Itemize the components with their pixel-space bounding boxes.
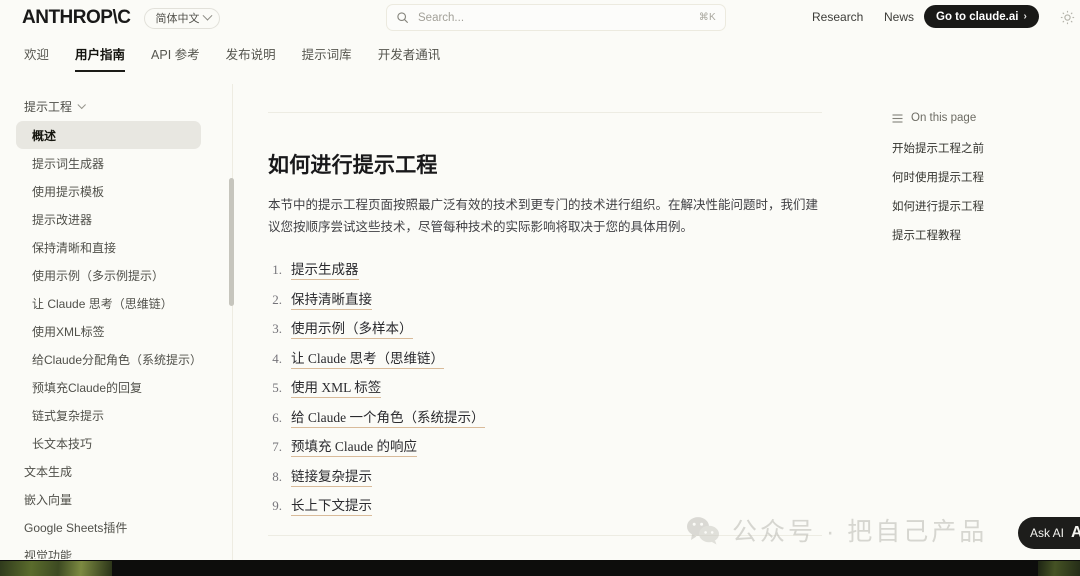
search-shortcut-hint: ⌘K [698, 12, 716, 23]
link-chain-of-thought[interactable]: 让 Claude 思考（思维链） [291, 347, 444, 369]
primary-tabs: 欢迎 用户指南 API 参考 发布说明 提示词库 开发者通讯 [0, 44, 1080, 77]
link-prompt-generator[interactable]: 提示生成器 [291, 258, 359, 280]
list-item: 4. 让 Claude 思考（思维链） [268, 347, 868, 377]
toc-header: On this page [892, 112, 1062, 124]
intro-paragraph: 本节中的提示工程页面按照最广泛有效的技术到更专门的技术进行组织。在解决性能问题时… [268, 198, 819, 234]
page-title: 如何进行提示工程 [268, 154, 438, 177]
sidebar-scrollbar-track[interactable] [229, 86, 233, 558]
toc-title: On this page [911, 112, 977, 124]
language-selector-label: 简体中文 [155, 13, 200, 25]
sidebar-nav: 提示工程 概述 提示词生成器 使用提示模板 提示改进器 保持清晰和直接 使用示例… [0, 84, 233, 559]
list-item: 5. 使用 XML 标签 [268, 376, 868, 406]
link-multishot[interactable]: 使用示例（多样本） [291, 317, 413, 339]
tab-api-reference[interactable]: API 参考 [151, 44, 200, 72]
go-to-claude-label: Go to claude.ai [936, 10, 1019, 23]
ask-ai-button[interactable]: Ask AI A [1018, 517, 1080, 549]
sidebar-item-prefill-response[interactable]: 预填充Claude的回复 [16, 373, 201, 401]
link-be-clear-direct[interactable]: 保持清晰直接 [291, 288, 372, 310]
list-item-number: 7. [272, 439, 282, 454]
bottom-strip-thumbnail-right [1038, 561, 1080, 576]
sidebar-item-prompt-generator[interactable]: 提示词生成器 [16, 149, 201, 177]
link-system-prompt-role[interactable]: 给 Claude 一个角色（系统提示） [291, 406, 485, 428]
bottom-strip [0, 560, 1080, 576]
sidebar-item-chain-of-thought[interactable]: 让 Claude 思考（思维链） [16, 289, 201, 317]
sidebar-item-vision[interactable]: 视觉功能 [16, 541, 201, 560]
tab-user-guide[interactable]: 用户指南 [75, 44, 126, 72]
toc-link-tutorial[interactable]: 提示工程教程 [892, 227, 1062, 243]
search-input[interactable]: Search... ⌘K [386, 4, 726, 31]
list-item-number: 2. [272, 291, 282, 307]
tab-developer-newsletter[interactable]: 开发者通讯 [378, 44, 441, 72]
sidebar-item-system-prompts[interactable]: 给Claude分配角色（系统提示） [16, 345, 202, 373]
sidebar-item-multishot-prompting[interactable]: 使用示例（多示例提示） [16, 261, 201, 289]
sidebar-item-prompt-improver[interactable]: 提示改进器 [16, 205, 201, 233]
list-item: 3. 使用示例（多样本） [268, 317, 868, 347]
list-item: 1. 提示生成器 [268, 258, 868, 288]
sidebar-scrollbar-thumb[interactable] [229, 178, 234, 306]
chevron-down-icon [203, 10, 213, 21]
ask-ai-label: Ask AI [1030, 526, 1065, 540]
list-item-number: 5. [272, 380, 282, 395]
content-top-divider [268, 112, 822, 113]
list-item: 9. 长上下文提示 [268, 494, 868, 524]
list-item-number: 9. [272, 498, 282, 513]
list-icon [892, 113, 903, 123]
sidebar-item-google-sheets-addon[interactable]: Google Sheets插件 [16, 513, 201, 541]
sidebar-item-embeddings[interactable]: 嵌入向量 [16, 485, 201, 513]
anthropic-logo[interactable]: ANTHROP\C [22, 7, 131, 29]
tab-welcome[interactable]: 欢迎 [24, 44, 49, 72]
sidebar-group-label: 提示工程 [24, 100, 73, 114]
search-placeholder: Search... [418, 11, 465, 24]
toc-link-before-prompt-engineering[interactable]: 开始提示工程之前 [892, 140, 1062, 156]
tab-prompt-library[interactable]: 提示词库 [302, 44, 352, 72]
main-content: 如何进行提示工程 本节中的提示工程页面按照最广泛有效的技术到更专门的技术进行组织… [268, 84, 868, 524]
toc-link-how-to-do[interactable]: 如何进行提示工程 [892, 198, 1062, 214]
list-item: 8. 链接复杂提示 [268, 465, 868, 495]
sun-icon[interactable] [1060, 10, 1075, 25]
sidebar-item-prompt-templates[interactable]: 使用提示模板 [16, 177, 201, 205]
header-link-research[interactable]: Research [812, 10, 863, 24]
list-item: 6. 给 Claude 一个角色（系统提示） [268, 406, 868, 436]
list-item-number: 8. [272, 468, 282, 484]
list-item-number: 6. [272, 409, 282, 425]
list-item-number: 1. [272, 262, 282, 277]
docs-page: ANTHROP\C 简体中文 Search... ⌘K Research New… [0, 0, 1080, 576]
link-prefill-response[interactable]: 预填充 Claude 的响应 [291, 435, 417, 457]
go-to-claude-button[interactable]: Go to claude.ai › [924, 5, 1039, 28]
chevron-down-icon [77, 100, 86, 109]
technique-list: 1. 提示生成器 2. 保持清晰直接 3. 使用示例（多样本） 4. 让 Cla… [268, 258, 868, 524]
toc-link-when-to-use[interactable]: 何时使用提示工程 [892, 169, 1062, 185]
sidebar-item-be-clear-direct[interactable]: 保持清晰和直接 [16, 233, 201, 261]
bottom-strip-thumbnail-left [0, 561, 112, 576]
chevron-right-icon: › [1023, 11, 1027, 22]
sidebar-item-overview[interactable]: 概述 [16, 121, 201, 149]
content-bottom-divider [268, 535, 822, 536]
list-item-number: 4. [272, 350, 282, 366]
search-icon [397, 12, 408, 23]
sidebar-group-prompt-engineering[interactable]: 提示工程 [24, 98, 233, 115]
on-this-page-toc: On this page 开始提示工程之前 何时使用提示工程 如何进行提示工程 … [892, 112, 1062, 256]
tab-release-notes[interactable]: 发布说明 [226, 44, 276, 72]
link-long-context[interactable]: 长上下文提示 [291, 494, 372, 516]
link-chain-prompts[interactable]: 链接复杂提示 [291, 465, 372, 487]
list-item-number: 3. [272, 321, 282, 336]
sidebar-item-long-context-tips[interactable]: 长文本技巧 [16, 429, 201, 457]
list-item: 7. 预填充 Claude 的响应 [268, 435, 868, 465]
sidebar-item-chain-prompts[interactable]: 链式复杂提示 [16, 401, 201, 429]
link-xml-tags[interactable]: 使用 XML 标签 [291, 376, 382, 398]
language-selector[interactable]: 简体中文 [144, 7, 221, 29]
list-item: 2. 保持清晰直接 [268, 288, 868, 318]
ask-ai-badge: A [1071, 524, 1080, 541]
sidebar-item-text-generation[interactable]: 文本生成 [16, 457, 201, 485]
sidebar-item-xml-tags[interactable]: 使用XML标签 [16, 317, 201, 345]
header-link-news[interactable]: News [884, 10, 914, 24]
